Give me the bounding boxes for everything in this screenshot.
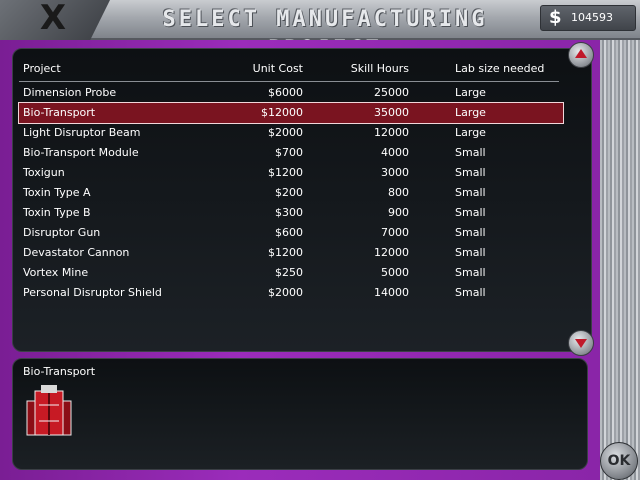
cell-project: Light Disruptor Beam bbox=[23, 126, 141, 139]
cell-unit-cost: $2000 bbox=[268, 286, 303, 299]
cell-unit-cost: $1200 bbox=[268, 166, 303, 179]
selected-project-name: Bio-Transport bbox=[23, 365, 96, 378]
scroll-down-button[interactable] bbox=[568, 330, 594, 356]
arrow-up-icon bbox=[575, 49, 587, 58]
cell-project: Personal Disruptor Shield bbox=[23, 286, 162, 299]
header-unit-cost: Unit Cost bbox=[252, 62, 303, 75]
cell-project: Vortex Mine bbox=[23, 266, 89, 279]
table-row[interactable]: Dimension Probe $6000 25000 Large bbox=[19, 83, 563, 103]
cell-project: Bio-Transport Module bbox=[23, 146, 139, 159]
right-metal-panel bbox=[600, 40, 640, 480]
cell-skill-hours: 12000 bbox=[374, 126, 409, 139]
cell-project: Devastator Cannon bbox=[23, 246, 130, 259]
cell-skill-hours: 3000 bbox=[381, 166, 409, 179]
table-row[interactable]: Devastator Cannon $1200 12000 Small bbox=[19, 243, 563, 263]
cell-skill-hours: 7000 bbox=[381, 226, 409, 239]
bio-transport-icon bbox=[26, 385, 72, 436]
cell-unit-cost: $2000 bbox=[268, 126, 303, 139]
header-divider bbox=[19, 81, 559, 82]
ok-button[interactable]: OK bbox=[600, 442, 638, 480]
cell-lab-size: Small bbox=[455, 166, 486, 179]
cell-lab-size: Small bbox=[455, 266, 486, 279]
header-project: Project bbox=[23, 62, 61, 75]
game-logo: X bbox=[0, 0, 110, 40]
header-skill-hours: Skill Hours bbox=[350, 62, 409, 75]
arrow-down-icon bbox=[575, 339, 587, 348]
table-header: Project Unit Cost Skill Hours Lab size n… bbox=[19, 59, 563, 79]
cell-skill-hours: 900 bbox=[388, 206, 409, 219]
table-row[interactable]: Disruptor Gun $600 7000 Small bbox=[19, 223, 563, 243]
cell-lab-size: Large bbox=[455, 106, 486, 119]
cell-lab-size: Small bbox=[455, 246, 486, 259]
cell-lab-size: Small bbox=[455, 186, 486, 199]
cell-skill-hours: 5000 bbox=[381, 266, 409, 279]
cell-unit-cost: $300 bbox=[275, 206, 303, 219]
table-row[interactable]: Personal Disruptor Shield $2000 14000 Sm… bbox=[19, 283, 563, 303]
cell-project: Dimension Probe bbox=[23, 86, 117, 99]
page-title: SELECT MANUFACTURING PROJECT bbox=[162, 7, 488, 62]
cell-skill-hours: 14000 bbox=[374, 286, 409, 299]
logo-x-icon: X bbox=[39, 0, 66, 38]
cell-skill-hours: 25000 bbox=[374, 86, 409, 99]
cell-lab-size: Small bbox=[455, 206, 486, 219]
cell-lab-size: Small bbox=[455, 226, 486, 239]
funds-value: 104593 bbox=[571, 11, 613, 24]
header-lab-size: Lab size needed bbox=[455, 62, 545, 75]
cell-skill-hours: 800 bbox=[388, 186, 409, 199]
table-row[interactable]: Bio-Transport Module $700 4000 Small bbox=[19, 143, 563, 163]
cell-lab-size: Small bbox=[455, 286, 486, 299]
table-row[interactable]: Light Disruptor Beam $2000 12000 Large bbox=[19, 123, 563, 143]
cell-project: Disruptor Gun bbox=[23, 226, 101, 239]
table-row[interactable]: Toxigun $1200 3000 Small bbox=[19, 163, 563, 183]
cell-lab-size: Small bbox=[455, 146, 486, 159]
cell-skill-hours: 35000 bbox=[374, 106, 409, 119]
cell-lab-size: Large bbox=[455, 86, 486, 99]
cell-unit-cost: $600 bbox=[275, 226, 303, 239]
cell-unit-cost: $250 bbox=[275, 266, 303, 279]
cell-skill-hours: 4000 bbox=[381, 146, 409, 159]
cell-unit-cost: $12000 bbox=[261, 106, 303, 119]
cell-unit-cost: $200 bbox=[275, 186, 303, 199]
cell-project: Bio-Transport bbox=[23, 106, 96, 119]
table-row[interactable]: Vortex Mine $250 5000 Small bbox=[19, 263, 563, 283]
project-detail-panel: Bio-Transport bbox=[12, 358, 588, 470]
dollar-icon: $ bbox=[549, 7, 562, 28]
cell-lab-size: Large bbox=[455, 126, 486, 139]
table-row[interactable]: Toxin Type A $200 800 Small bbox=[19, 183, 563, 203]
project-list-panel: Project Unit Cost Skill Hours Lab size n… bbox=[12, 48, 592, 352]
scroll-up-button[interactable] bbox=[568, 42, 594, 68]
cell-unit-cost: $700 bbox=[275, 146, 303, 159]
table-row[interactable]: Toxin Type B $300 900 Small bbox=[19, 203, 563, 223]
cell-project: Toxin Type B bbox=[23, 206, 91, 219]
ok-button-label: OK bbox=[607, 453, 631, 469]
cell-skill-hours: 12000 bbox=[374, 246, 409, 259]
funds-display: $ 104593 bbox=[540, 5, 636, 31]
cell-project: Toxigun bbox=[23, 166, 65, 179]
cell-unit-cost: $1200 bbox=[268, 246, 303, 259]
table-row-selected[interactable]: Bio-Transport $12000 35000 Large bbox=[18, 102, 564, 124]
top-bar: X SELECT MANUFACTURING PROJECT $ 104593 bbox=[0, 0, 640, 62]
cell-unit-cost: $6000 bbox=[268, 86, 303, 99]
cell-project: Toxin Type A bbox=[23, 186, 91, 199]
